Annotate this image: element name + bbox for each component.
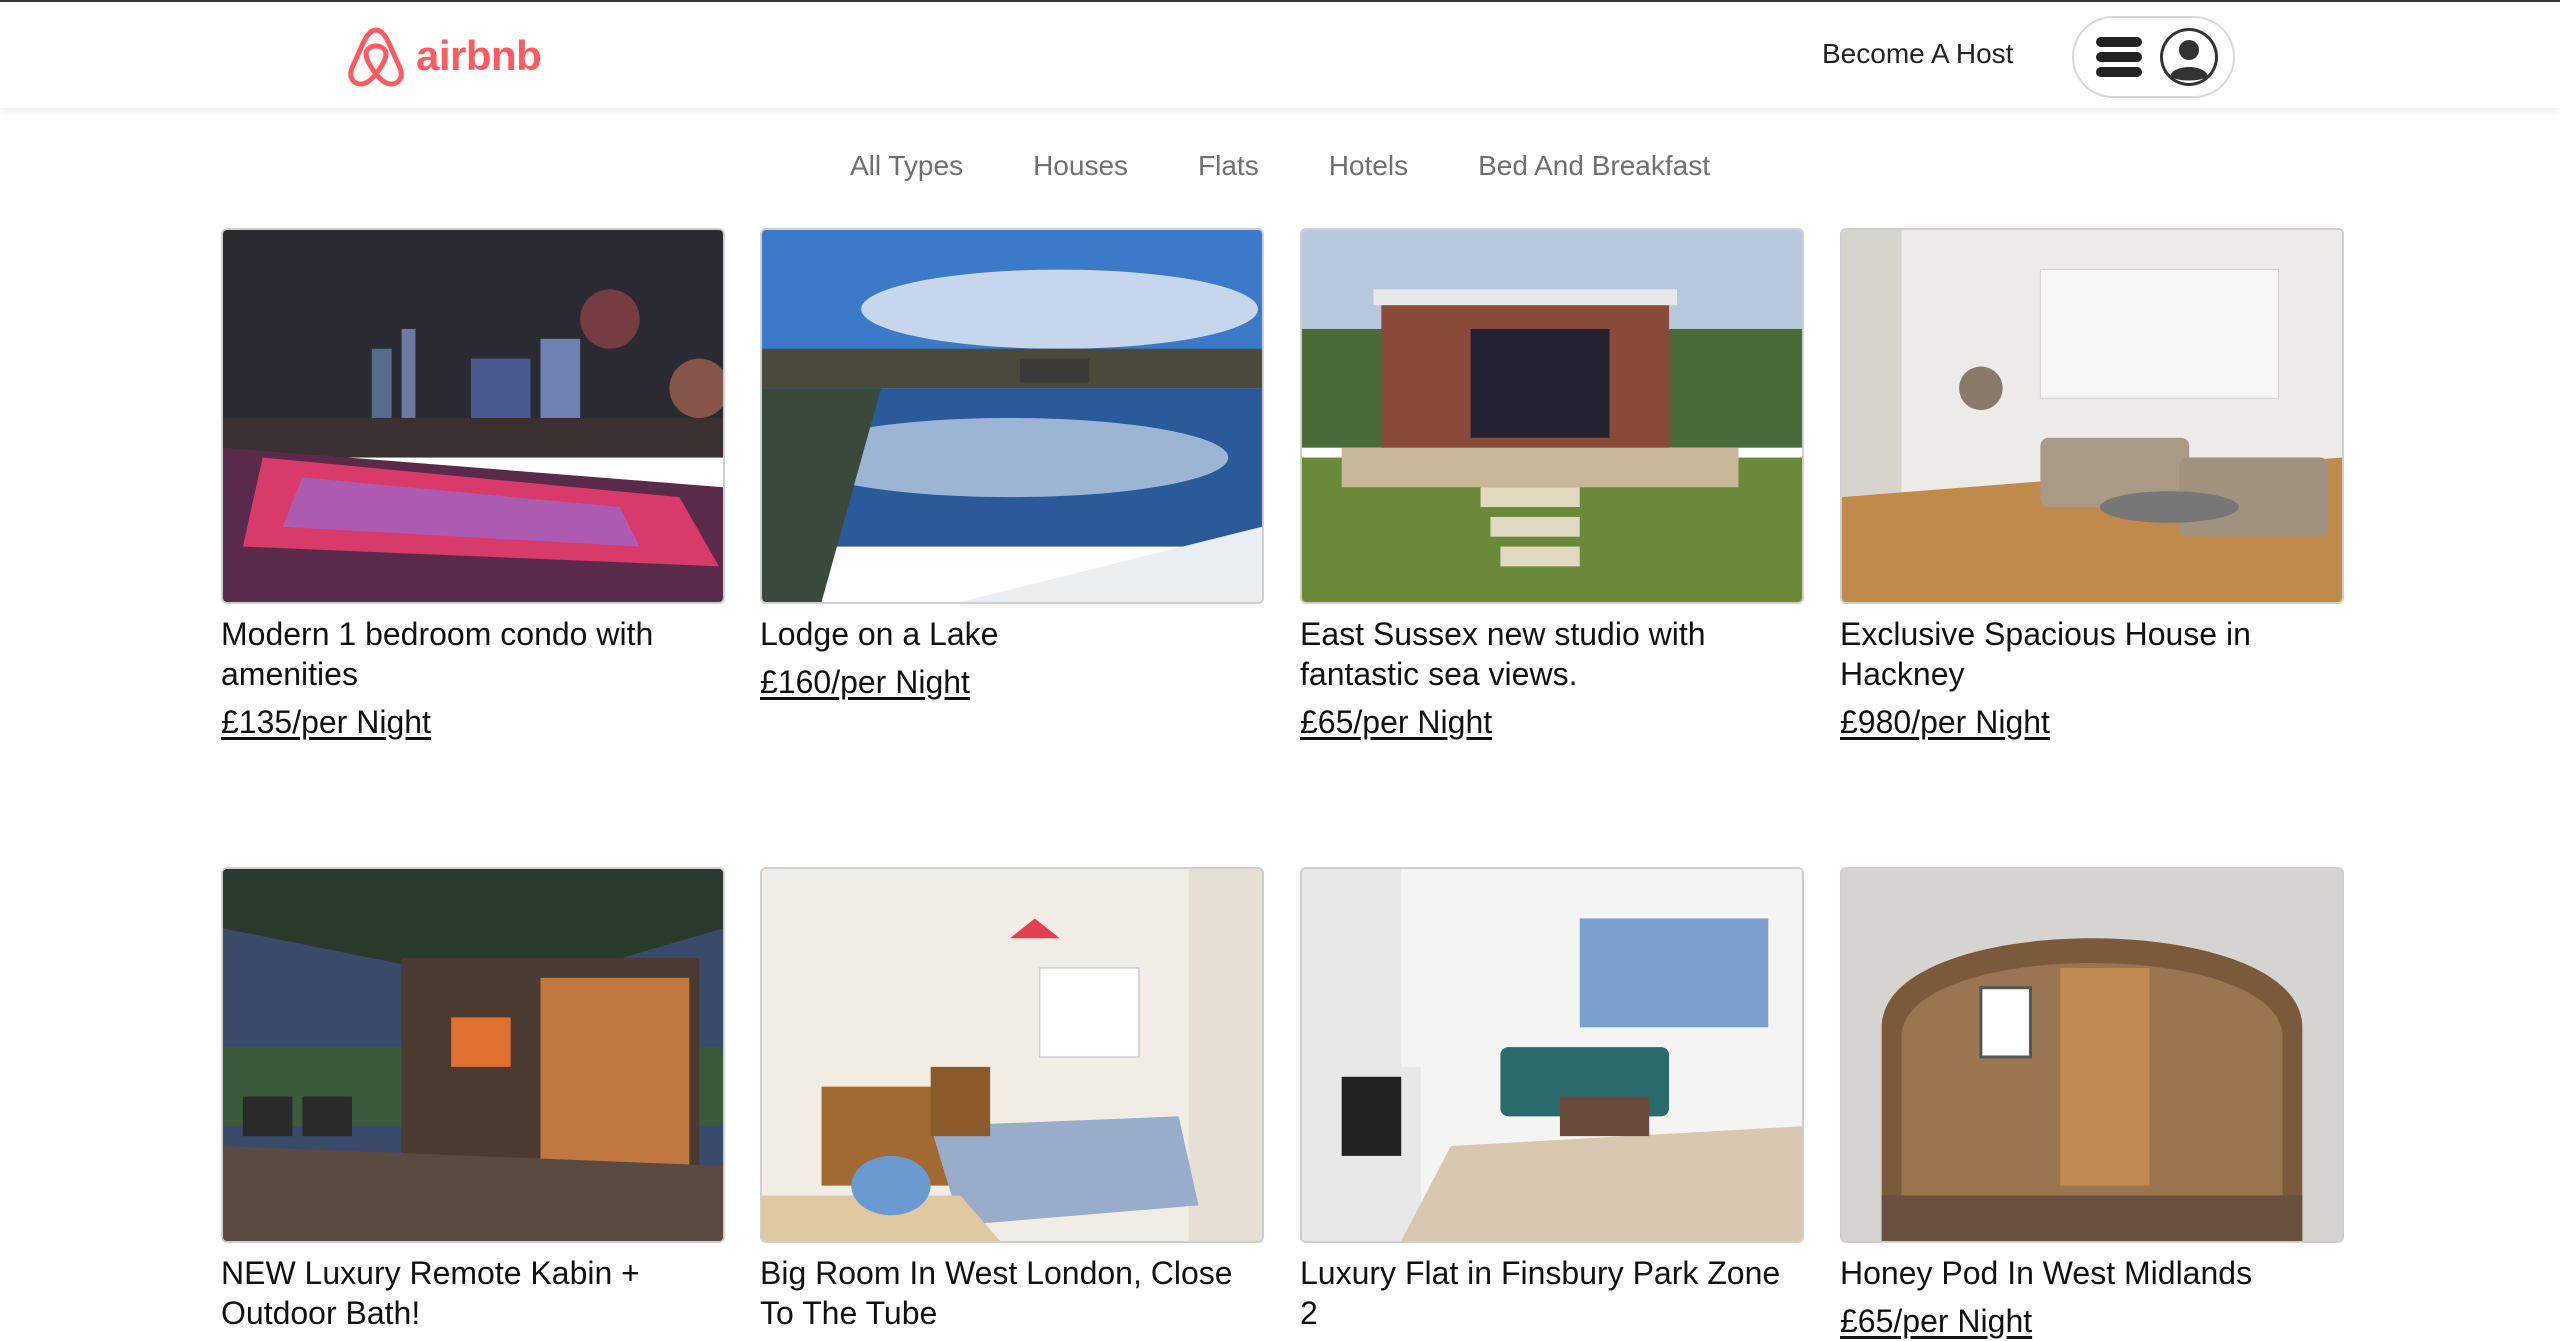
listing-card[interactable]: Big Room In West London, Close To The Tu… xyxy=(760,867,1264,1333)
listing-photo[interactable] xyxy=(760,228,1264,604)
listing-card[interactable]: Exclusive Spacious House in Hackney £980… xyxy=(1840,228,2344,741)
listing-card[interactable]: Honey Pod In West Midlands £65/per Night xyxy=(1840,867,2344,1340)
listing-title: Modern 1 bedroom condo with amenities xyxy=(221,616,654,692)
listing-photo[interactable] xyxy=(1300,228,1804,604)
listing-photo[interactable] xyxy=(221,867,725,1243)
top-navbar: airbnb Become A Host xyxy=(0,2,2560,108)
filter-flats[interactable]: Flats xyxy=(1198,150,1259,190)
airbnb-belo-icon xyxy=(348,27,404,87)
listing-title: East Sussex new studio with fantastic se… xyxy=(1300,616,1706,692)
listing-card[interactable]: NEW Luxury Remote Kabin + Outdoor Bath! xyxy=(221,867,725,1333)
listing-title: Big Room In West London, Close To The Tu… xyxy=(760,1255,1233,1331)
listing-card[interactable]: Luxury Flat in Finsbury Park Zone 2 xyxy=(1300,867,1804,1333)
listing-price-link[interactable]: £135/per Night xyxy=(221,704,431,741)
user-avatar-icon xyxy=(2160,28,2218,86)
listing-photo[interactable] xyxy=(1840,228,2344,604)
listing-title: Lodge on a Lake xyxy=(760,616,999,652)
become-a-host-link[interactable]: Become A Host xyxy=(1822,38,2013,70)
listing-photo[interactable] xyxy=(1840,867,2344,1243)
user-menu-button[interactable] xyxy=(2072,16,2235,98)
listing-title: NEW Luxury Remote Kabin + Outdoor Bath! xyxy=(221,1255,640,1331)
filter-all-types[interactable]: All Types xyxy=(850,150,963,190)
listing-card[interactable]: Lodge on a Lake £160/per Night xyxy=(760,228,1264,701)
listing-title: Luxury Flat in Finsbury Park Zone 2 xyxy=(1300,1255,1781,1331)
type-filter-bar: All Types Houses Flats Hotels Bed And Br… xyxy=(0,150,2560,190)
hamburger-icon xyxy=(2096,37,2142,77)
filter-hotels[interactable]: Hotels xyxy=(1329,150,1408,190)
listing-photo[interactable] xyxy=(1300,867,1804,1243)
listing-title: Honey Pod In West Midlands xyxy=(1840,1255,2253,1291)
listing-price-link[interactable]: £65/per Night xyxy=(1300,704,1492,741)
listing-price-link[interactable]: £980/per Night xyxy=(1840,704,2050,741)
filter-houses[interactable]: Houses xyxy=(1033,150,1128,190)
listing-price-link[interactable]: £65/per Night xyxy=(1840,1303,2032,1340)
listing-photo[interactable] xyxy=(760,867,1264,1243)
brand-logo[interactable]: airbnb xyxy=(346,24,542,88)
listing-photo[interactable] xyxy=(221,228,725,604)
listing-title: Exclusive Spacious House in Hackney xyxy=(1840,616,2251,692)
listing-card[interactable]: East Sussex new studio with fantastic se… xyxy=(1300,228,1804,741)
filter-bed-and-breakfast[interactable]: Bed And Breakfast xyxy=(1478,150,1710,190)
brand-name: airbnb xyxy=(416,32,542,79)
listing-card[interactable]: Modern 1 bedroom condo with amenities £1… xyxy=(221,228,725,741)
listing-price-link[interactable]: £160/per Night xyxy=(760,664,970,701)
